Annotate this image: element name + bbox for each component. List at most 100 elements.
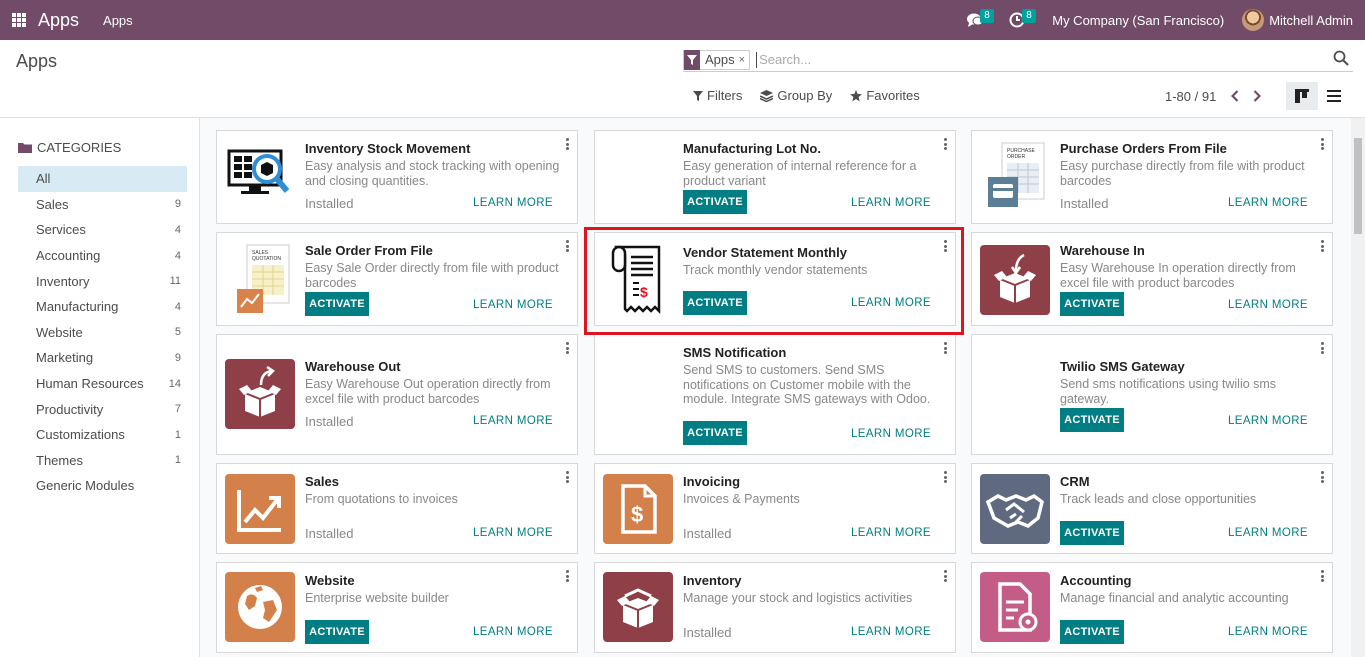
category-item-inventory[interactable]: Inventory 11 — [18, 268, 187, 294]
pager-next-button[interactable] — [1246, 88, 1268, 104]
app-name: Warehouse Out — [305, 359, 401, 374]
learn-more-button[interactable]: LEARN MORE — [473, 527, 553, 539]
app-card-sms-notification[interactable]: SMS Notification Send SMS to customers. … — [594, 334, 956, 455]
category-item-productivity[interactable]: Productivity 7 — [18, 396, 187, 422]
activate-button[interactable]: ACTIVATE — [1060, 620, 1124, 644]
card-menu-icon[interactable] — [943, 138, 947, 150]
category-item-generic-modules[interactable]: Generic Modules — [18, 473, 187, 499]
group-by-dropdown[interactable]: Group By — [760, 88, 832, 103]
card-menu-icon[interactable] — [1320, 570, 1324, 582]
filter-icon — [684, 49, 700, 70]
app-card-inventory[interactable]: Inventory Manage your stock and logistic… — [594, 562, 956, 653]
app-card-crm[interactable]: CRM Track leads and close opportunities … — [971, 463, 1333, 554]
card-menu-icon[interactable] — [565, 138, 569, 150]
app-card-website[interactable]: Website Enterprise website builder ACTIV… — [216, 562, 578, 653]
category-item-website[interactable]: Website 5 — [18, 320, 187, 346]
menu-apps[interactable]: Apps — [103, 13, 133, 28]
activate-button[interactable]: ACTIVATE — [1060, 521, 1124, 545]
learn-more-button[interactable]: LEARN MORE — [851, 626, 931, 638]
card-menu-icon[interactable] — [565, 471, 569, 483]
scrollbar-thumb[interactable] — [1354, 138, 1362, 234]
learn-more-button[interactable]: LEARN MORE — [1228, 527, 1308, 539]
activate-button[interactable]: ACTIVATE — [305, 292, 369, 316]
learn-more-button[interactable]: LEARN MORE — [473, 626, 553, 638]
learn-more-button[interactable]: LEARN MORE — [473, 197, 553, 209]
user-menu[interactable]: Mitchell Admin — [1242, 9, 1353, 31]
category-label: Sales — [36, 196, 69, 212]
card-menu-icon[interactable] — [1320, 138, 1324, 150]
app-card-purchase-orders-from-file[interactable]: PURCHASE ORDER Purchase Orders From File … — [971, 130, 1333, 224]
search-facet: Apps × — [683, 49, 751, 70]
activities-button[interactable]: 8 — [1002, 0, 1036, 40]
category-item-customizations[interactable]: Customizations 1 — [18, 422, 187, 448]
search-input[interactable] — [756, 51, 1317, 68]
category-item-marketing[interactable]: Marketing 9 — [18, 345, 187, 371]
pager-value[interactable]: 1-80 / 91 — [1165, 89, 1216, 104]
activate-button[interactable]: ACTIVATE — [683, 421, 747, 445]
card-menu-icon[interactable] — [943, 570, 947, 582]
box-icon — [603, 572, 673, 642]
learn-more-button[interactable]: LEARN MORE — [473, 415, 553, 427]
app-name: Warehouse In — [1060, 243, 1145, 258]
app-name: Sales — [305, 474, 339, 489]
app-card-warehouse-in[interactable]: Warehouse In Easy Warehouse In operation… — [971, 232, 1333, 326]
category-item-themes[interactable]: Themes 1 — [18, 448, 187, 474]
view-switcher — [1286, 82, 1350, 110]
pager-previous-button[interactable] — [1224, 88, 1246, 104]
kanban-view-button[interactable] — [1286, 82, 1318, 110]
app-card-warehouse-out[interactable]: Warehouse Out Easy Warehouse Out operati… — [216, 334, 578, 455]
category-item-sales[interactable]: Sales 9 — [18, 192, 187, 218]
control-panel: Apps Apps × Filters Group By Favorites 1… — [0, 40, 1365, 118]
app-card-sales[interactable]: Sales From quotations to invoices Instal… — [216, 463, 578, 554]
filters-dropdown[interactable]: Filters — [693, 88, 742, 103]
app-card-inventory-stock-movement[interactable]: Inventory Stock Movement Easy analysis a… — [216, 130, 578, 224]
card-menu-icon[interactable] — [943, 471, 947, 483]
learn-more-button[interactable]: LEARN MORE — [851, 527, 931, 539]
app-card-sale-order-from-file[interactable]: SALES QUOTATION Sale Order From File Easy… — [216, 232, 578, 326]
category-label: All — [36, 171, 51, 187]
learn-more-button[interactable]: LEARN MORE — [851, 428, 931, 440]
installed-status: Installed — [683, 625, 732, 640]
learn-more-button[interactable]: LEARN MORE — [473, 299, 553, 311]
learn-more-button[interactable]: LEARN MORE — [1228, 299, 1308, 311]
card-menu-icon[interactable] — [565, 342, 569, 354]
app-card-accounting[interactable]: Accounting Manage financial and analytic… — [971, 562, 1333, 653]
messages-button[interactable]: 8 — [960, 0, 994, 40]
card-menu-icon[interactable] — [1320, 240, 1324, 252]
learn-more-button[interactable]: LEARN MORE — [1228, 415, 1308, 427]
category-item-accounting[interactable]: Accounting 4 — [18, 243, 187, 269]
top-navbar: Apps Apps 8 8 My Company (San Francisco)… — [0, 0, 1365, 40]
category-count: 5 — [174, 326, 181, 339]
company-switcher[interactable]: My Company (San Francisco) — [1052, 13, 1224, 28]
list-view-button[interactable] — [1318, 82, 1350, 110]
app-card-twilio-sms-gateway[interactable]: Twilio SMS Gateway Send sms notification… — [971, 334, 1333, 455]
learn-more-button[interactable]: LEARN MORE — [1228, 626, 1308, 638]
facet-remove-icon[interactable]: × — [739, 54, 749, 66]
category-item-all[interactable]: All — [18, 166, 187, 192]
card-menu-icon[interactable] — [565, 240, 569, 252]
learn-more-button[interactable]: LEARN MORE — [851, 197, 931, 209]
card-menu-icon[interactable] — [1320, 471, 1324, 483]
activate-button[interactable]: ACTIVATE — [305, 620, 369, 644]
learn-more-button[interactable]: LEARN MORE — [1228, 197, 1308, 209]
svg-text:ORDER: ORDER — [1007, 154, 1025, 160]
favorites-dropdown[interactable]: Favorites — [850, 88, 920, 103]
card-menu-icon[interactable] — [943, 342, 947, 354]
app-menu-icon[interactable] — [0, 0, 38, 40]
handshake-icon — [980, 474, 1050, 544]
layers-icon — [760, 89, 774, 102]
search-icon[interactable] — [1333, 50, 1351, 68]
category-item-manufacturing[interactable]: Manufacturing 4 — [18, 294, 187, 320]
category-item-human-resources[interactable]: Human Resources 14 — [18, 371, 187, 397]
activate-button[interactable]: ACTIVATE — [1060, 408, 1124, 432]
app-card-invoicing[interactable]: $ Invoicing Invoices & Payments Installe… — [594, 463, 956, 554]
app-brand[interactable]: Apps — [38, 10, 79, 31]
category-item-services[interactable]: Services 4 — [18, 217, 187, 243]
card-menu-icon[interactable] — [565, 570, 569, 582]
card-menu-icon[interactable] — [1320, 342, 1324, 354]
kanban-scrollbar[interactable] — [1351, 118, 1365, 657]
app-card-manufacturing-lot-no[interactable]: Manufacturing Lot No. Easy generation of… — [594, 130, 956, 224]
star-icon — [850, 89, 863, 101]
activate-button[interactable]: ACTIVATE — [683, 190, 747, 214]
activate-button[interactable]: ACTIVATE — [1060, 292, 1124, 316]
